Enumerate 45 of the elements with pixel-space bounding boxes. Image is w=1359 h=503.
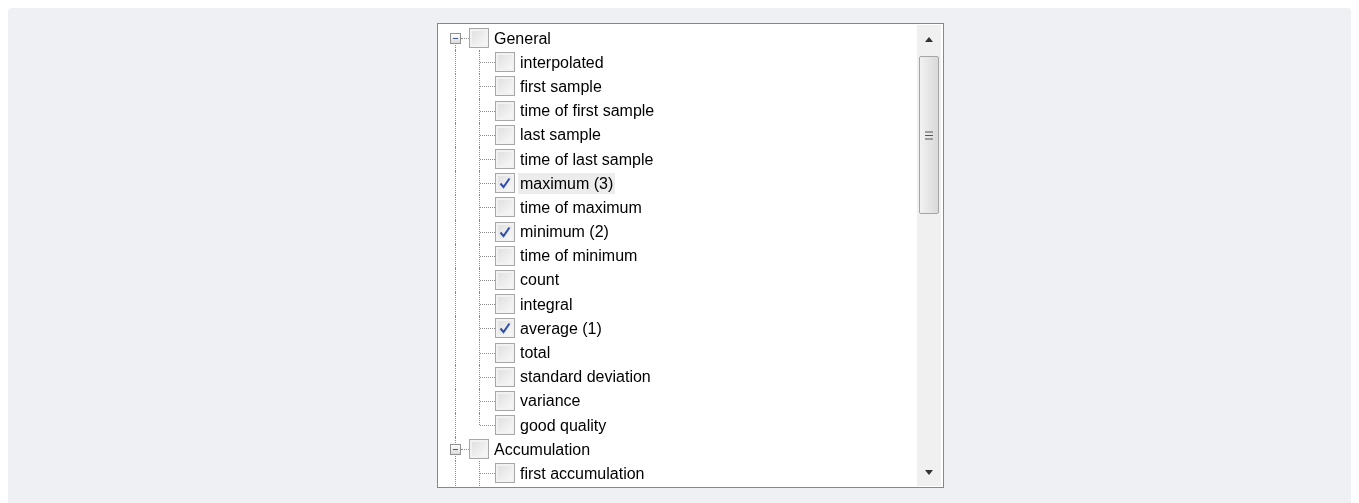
checkbox[interactable] bbox=[495, 124, 515, 145]
checkbox[interactable] bbox=[495, 294, 515, 315]
tree-item[interactable]: time of minimum bbox=[518, 245, 640, 267]
checkbox[interactable] bbox=[495, 245, 515, 266]
checkmark-icon bbox=[499, 225, 511, 238]
tree-item[interactable]: average (1) bbox=[518, 317, 604, 339]
checkbox[interactable] bbox=[495, 463, 515, 484]
checkbox[interactable] bbox=[469, 439, 489, 460]
tree-item[interactable]: last sample bbox=[518, 124, 603, 146]
tree-item[interactable]: minimum (2) bbox=[518, 221, 611, 243]
tree-item[interactable]: total bbox=[518, 342, 553, 364]
checkbox[interactable] bbox=[495, 173, 515, 194]
tree-item[interactable]: standard deviation bbox=[518, 366, 653, 388]
tree-item[interactable]: variance bbox=[518, 390, 583, 412]
tree-item[interactable]: first sample bbox=[518, 75, 604, 97]
scrollbar-thumb[interactable] bbox=[919, 56, 939, 214]
checkbox[interactable] bbox=[495, 76, 515, 97]
checkbox[interactable] bbox=[495, 390, 515, 411]
grip-icon bbox=[924, 130, 934, 140]
checkmark-icon bbox=[499, 322, 511, 335]
checkbox[interactable] bbox=[495, 100, 515, 121]
checkbox[interactable] bbox=[495, 342, 515, 363]
tree-item[interactable]: integral bbox=[518, 293, 575, 315]
tree-item[interactable]: interpolated bbox=[518, 51, 606, 73]
checkbox[interactable] bbox=[495, 197, 515, 218]
checkbox[interactable] bbox=[495, 221, 515, 242]
tree-item[interactable]: first accumulation bbox=[518, 462, 647, 484]
checkbox[interactable] bbox=[495, 415, 515, 436]
checkbox[interactable] bbox=[495, 269, 515, 290]
tree-item[interactable]: time of first sample bbox=[518, 100, 657, 122]
checkbox[interactable] bbox=[495, 149, 515, 170]
checkbox[interactable] bbox=[495, 52, 515, 73]
checkbox[interactable] bbox=[495, 366, 515, 387]
checkmark-icon bbox=[499, 177, 511, 190]
tree-item[interactable]: good quality bbox=[518, 414, 609, 436]
checkbox[interactable] bbox=[495, 318, 515, 339]
tree-item[interactable]: count bbox=[518, 269, 562, 291]
tree-item[interactable]: maximum (3) bbox=[518, 172, 616, 194]
collapse-icon[interactable] bbox=[449, 32, 461, 44]
tree-item[interactable]: Accumulation bbox=[492, 438, 593, 460]
collapse-icon[interactable] bbox=[449, 443, 461, 455]
tree-item[interactable]: time of maximum bbox=[518, 196, 644, 218]
checkbox[interactable] bbox=[469, 28, 489, 49]
tree-item[interactable]: time of last sample bbox=[518, 148, 656, 170]
tree-item[interactable]: General bbox=[492, 27, 553, 49]
